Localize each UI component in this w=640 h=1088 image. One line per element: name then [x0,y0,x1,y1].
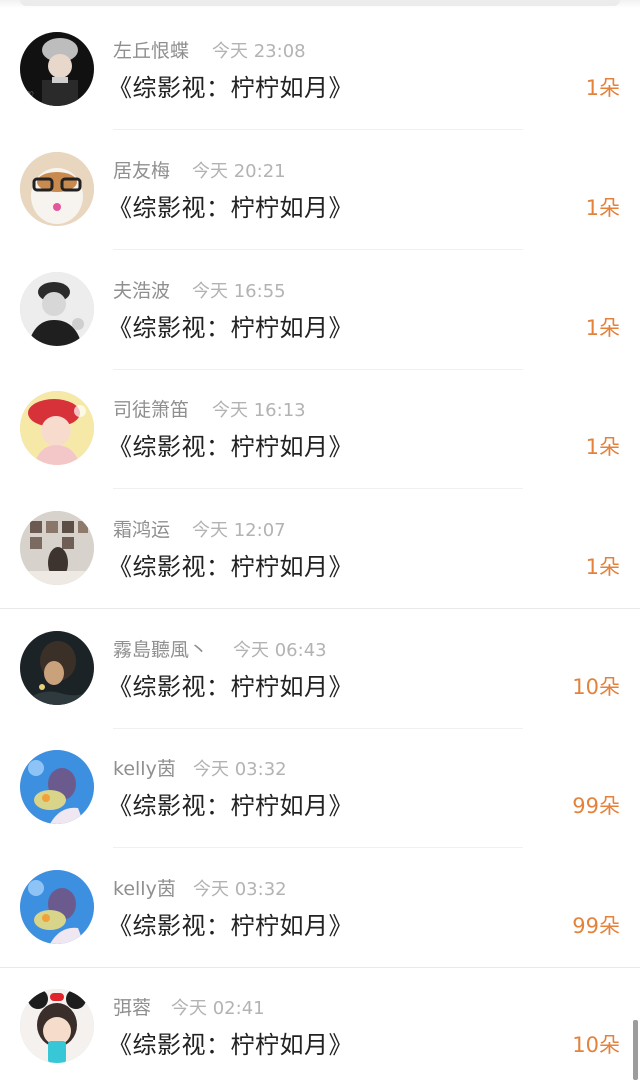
avatar-girl-mouse-ears-icon [20,989,94,1063]
gift-time: 今天 03:32 [193,879,287,900]
svg-text:♡: ♡ [26,91,34,101]
list-item[interactable]: kelly茵 今天 03:32 《综影视：柠柠如月》 99朵 [0,722,640,848]
gift-time: 今天 02:41 [171,998,265,1019]
list-item[interactable]: 夫浩波 今天 16:55 《综影视：柠柠如月》 1朵 [0,244,640,370]
book-title[interactable]: 《综影视：柠柠如月》 [108,547,353,582]
book-title[interactable]: 《综影视：柠柠如月》 [108,68,353,103]
gift-time: 今天 16:55 [192,281,286,302]
avatar[interactable] [20,989,94,1063]
book-title[interactable]: 《综影视：柠柠如月》 [108,786,353,821]
gift-time: 今天 03:32 [193,759,287,780]
gift-time: 今天 12:07 [192,520,286,541]
flower-count: 1朵 [585,316,620,340]
user-name: 霜鸿运 [113,519,171,541]
avatar-boy-knit-hat-icon: ♡ [20,32,94,106]
gift-time: 今天 20:21 [192,161,286,182]
list-item[interactable]: kelly茵 今天 03:32 《综影视：柠柠如月》 99朵 [0,842,640,968]
user-name: 司徒箫笛 [113,399,190,421]
gift-list-page: ♡ 左丘恨蝶 今天 23:08 《综影视：柠柠如月》 1朵 居友梅 今天 20:… [0,0,640,1088]
list-item[interactable]: 弭蓉 今天 02:41 《综影视：柠柠如月》 10朵 [0,961,640,1081]
avatar-girl-red-beret-icon [20,391,94,465]
flower-count: 99朵 [572,794,620,818]
flower-count: 1朵 [585,76,620,100]
book-title[interactable]: 《综影视：柠柠如月》 [108,1025,353,1060]
avatar-man-portrait-icon [20,272,94,346]
avatar-dark-portrait-icon [20,631,94,705]
avatar[interactable] [20,511,94,585]
avatar[interactable] [20,152,94,226]
user-name: 霧島聽風丶 [113,639,209,661]
user-name: kelly茵 [113,878,176,900]
list-item[interactable]: 霜鸿运 今天 12:07 《综影视：柠柠如月》 1朵 [0,483,640,609]
flower-count: 1朵 [585,555,620,579]
list-item[interactable]: ♡ 左丘恨蝶 今天 23:08 《综影视：柠柠如月》 1朵 [0,4,640,130]
list-item[interactable]: 霧島聽風丶 今天 06:43 《综影视：柠柠如月》 10朵 [0,603,640,729]
avatar-cat-glasses-icon [20,152,94,226]
user-name: 左丘恨蝶 [113,40,190,62]
flower-count: 1朵 [585,196,620,220]
user-name: 弭蓉 [113,997,152,1019]
avatar[interactable] [20,870,94,944]
flower-count: 10朵 [572,1033,620,1057]
gift-time: 今天 23:08 [212,41,306,62]
gift-time: 今天 06:43 [233,640,327,661]
avatar[interactable]: ♡ [20,32,94,106]
flower-count: 99朵 [572,914,620,938]
avatar[interactable] [20,750,94,824]
avatar[interactable] [20,391,94,465]
user-name: kelly茵 [113,758,176,780]
avatar-girl-blue-sky-icon [20,750,94,824]
avatar-room-photo-wall-icon [20,511,94,585]
avatar-girl-blue-sky-icon [20,870,94,944]
book-title[interactable]: 《综影视：柠柠如月》 [108,667,353,702]
gift-time: 今天 16:13 [212,400,306,421]
book-title[interactable]: 《综影视：柠柠如月》 [108,906,353,941]
avatar[interactable] [20,272,94,346]
flower-count: 1朵 [585,435,620,459]
user-name: 居友梅 [113,160,171,182]
book-title[interactable]: 《综影视：柠柠如月》 [108,308,353,343]
list-item[interactable]: 司徒箫笛 今天 16:13 《综影视：柠柠如月》 1朵 [0,363,640,489]
avatar[interactable] [20,631,94,705]
list-item[interactable]: 居友梅 今天 20:21 《综影视：柠柠如月》 1朵 [0,124,640,250]
flower-count: 10朵 [572,675,620,699]
book-title[interactable]: 《综影视：柠柠如月》 [108,188,353,223]
user-name: 夫浩波 [113,280,171,302]
book-title[interactable]: 《综影视：柠柠如月》 [108,427,353,462]
scrollbar-thumb[interactable] [633,1020,638,1080]
